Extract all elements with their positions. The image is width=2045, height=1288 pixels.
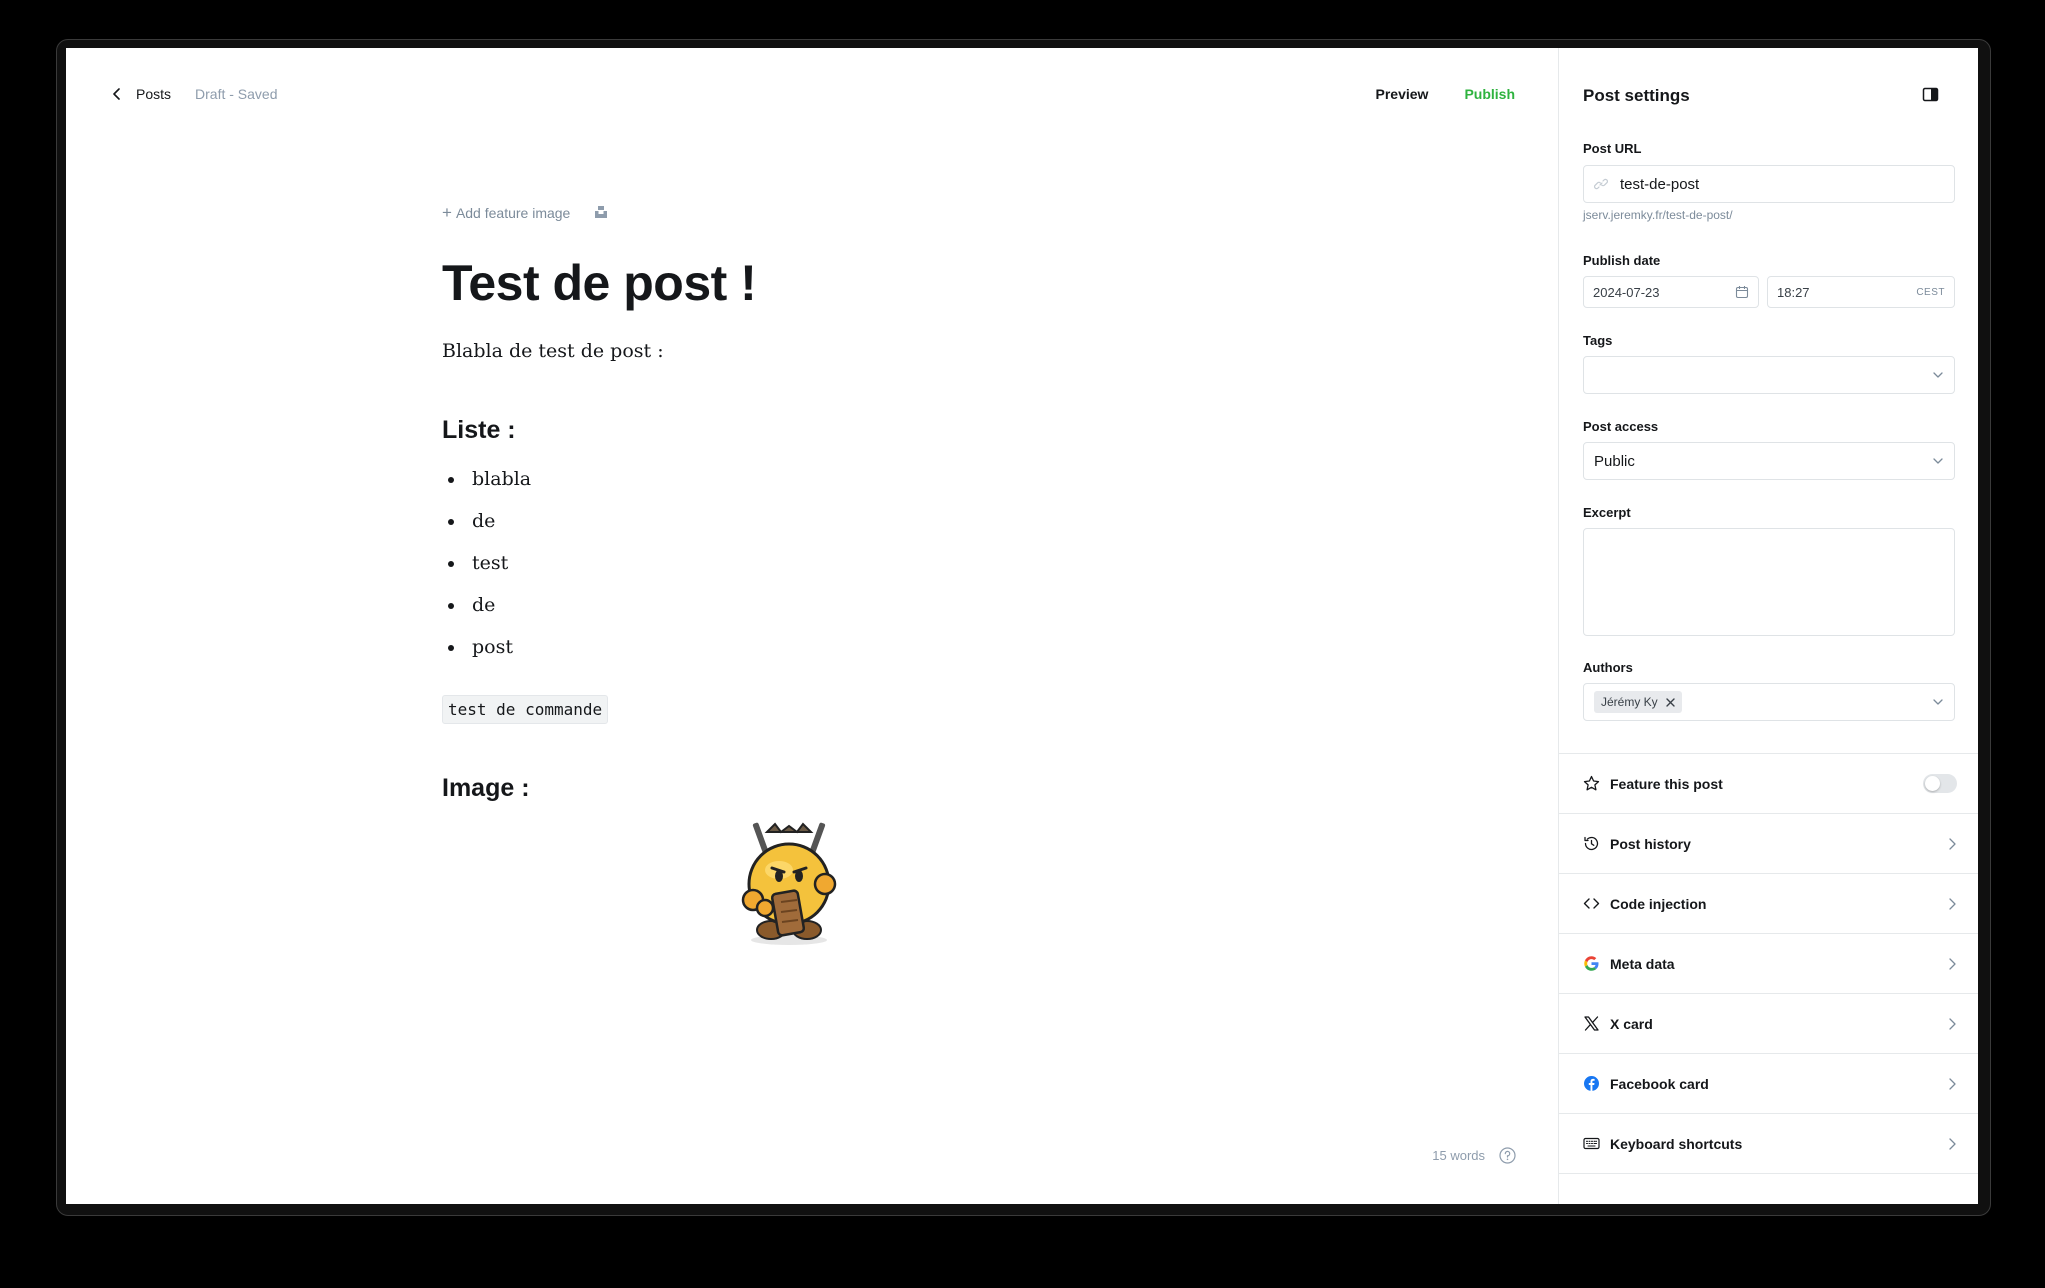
chevron-right-icon xyxy=(1945,957,1959,971)
chevron-down-icon xyxy=(1932,455,1944,467)
sidebar-title: Post settings xyxy=(1583,86,1690,105)
publish-button[interactable]: Publish xyxy=(1464,86,1515,102)
x-icon xyxy=(1583,1015,1600,1032)
meta-data-row[interactable]: Meta data xyxy=(1559,934,1978,994)
sidebar-toggle-icon[interactable] xyxy=(1922,86,1939,103)
settings-menu: Feature this post Post history Code inje… xyxy=(1559,753,1978,1174)
post-access-value: Public xyxy=(1594,452,1635,470)
chevron-down-icon xyxy=(1932,369,1944,381)
post-url-hint: jserv.jeremky.fr/test-de-post/ xyxy=(1583,208,1733,222)
code-injection-row[interactable]: Code injection xyxy=(1559,874,1978,934)
post-history-row[interactable]: Post history xyxy=(1559,814,1978,874)
keyboard-icon xyxy=(1583,1135,1600,1152)
link-icon xyxy=(1594,177,1608,191)
history-icon xyxy=(1583,835,1600,852)
excerpt-label: Excerpt xyxy=(1583,505,1631,520)
timezone-label: CEST xyxy=(1916,286,1945,298)
ghost-editor-app: Posts Draft - Saved Preview Publish + Ad… xyxy=(66,48,1978,1204)
post-title[interactable]: Test de post ! xyxy=(442,254,757,312)
chevron-right-icon xyxy=(1945,1017,1959,1031)
code-injection-label: Code injection xyxy=(1610,895,1707,912)
post-access-label: Post access xyxy=(1583,419,1659,434)
feature-post-label: Feature this post xyxy=(1610,775,1723,792)
bullet-list: blabla de test de post xyxy=(442,458,531,668)
list-item[interactable]: de xyxy=(442,584,531,626)
unsplash-icon[interactable] xyxy=(594,205,610,221)
keyboard-shortcuts-row[interactable]: Keyboard shortcuts xyxy=(1559,1114,1978,1174)
publish-date-input[interactable]: 2024-07-23 xyxy=(1583,276,1759,308)
plus-icon: + xyxy=(442,203,452,222)
editor-breadcrumb: Posts Draft - Saved xyxy=(110,86,278,102)
help-icon[interactable] xyxy=(1499,1147,1516,1164)
post-access-select[interactable]: Public xyxy=(1583,442,1955,480)
editor-pane: Posts Draft - Saved Preview Publish + Ad… xyxy=(66,48,1558,1204)
feature-post-row[interactable]: Feature this post xyxy=(1559,754,1978,814)
facebook-icon xyxy=(1583,1075,1600,1092)
post-url-label: Post URL xyxy=(1583,141,1642,156)
feature-image-row: + Add feature image xyxy=(442,204,610,221)
x-card-label: X card xyxy=(1610,1015,1653,1032)
facebook-card-row[interactable]: Facebook card xyxy=(1559,1054,1978,1114)
publish-date-label: Publish date xyxy=(1583,253,1661,268)
chevron-right-icon xyxy=(1945,837,1959,851)
list-item[interactable]: test xyxy=(442,542,531,584)
publish-time-input[interactable]: 18:27 CEST xyxy=(1767,276,1955,308)
add-feature-image-button[interactable]: Add feature image xyxy=(456,205,570,221)
chevron-right-icon xyxy=(1945,1077,1959,1091)
tags-label: Tags xyxy=(1583,333,1613,348)
feature-post-toggle[interactable] xyxy=(1923,774,1957,793)
google-icon xyxy=(1583,955,1600,972)
authors-select[interactable]: Jérémy Ky xyxy=(1583,683,1955,721)
meta-data-label: Meta data xyxy=(1610,955,1675,972)
calendar-icon[interactable] xyxy=(1735,285,1749,299)
author-chip[interactable]: Jérémy Ky xyxy=(1594,691,1682,713)
back-to-posts-link[interactable]: Posts xyxy=(136,86,171,102)
word-count-text: 15 words xyxy=(1432,1148,1485,1163)
post-history-label: Post history xyxy=(1610,835,1691,852)
author-chip-label: Jérémy Ky xyxy=(1601,695,1658,709)
x-card-row[interactable]: X card xyxy=(1559,994,1978,1054)
chevron-right-icon xyxy=(1945,1137,1959,1151)
list-item[interactable]: post xyxy=(442,626,531,668)
authors-label: Authors xyxy=(1583,660,1633,675)
post-settings-sidebar: Post settings Post URL test-de-post jser… xyxy=(1558,48,1978,1204)
list-item[interactable]: de xyxy=(442,500,531,542)
post-url-value: test-de-post xyxy=(1620,175,1700,193)
preview-button[interactable]: Preview xyxy=(1376,86,1429,102)
inline-code[interactable]: test de commande xyxy=(442,695,609,724)
publish-date-value: 2024-07-23 xyxy=(1593,284,1660,300)
post-paragraph[interactable]: Blabla de test de post : xyxy=(442,340,664,362)
keyboard-shortcuts-label: Keyboard shortcuts xyxy=(1610,1135,1743,1152)
chevron-left-icon[interactable] xyxy=(110,87,124,101)
editor-actions: Preview Publish xyxy=(1376,86,1516,102)
list-heading[interactable]: Liste : xyxy=(442,416,516,445)
close-icon[interactable] xyxy=(1665,697,1675,707)
chevron-down-icon xyxy=(1932,696,1944,708)
publish-time-value: 18:27 xyxy=(1777,284,1810,300)
draft-status: Draft - Saved xyxy=(195,86,278,102)
facebook-card-label: Facebook card xyxy=(1610,1075,1709,1092)
post-url-input[interactable]: test-de-post xyxy=(1583,165,1955,203)
excerpt-textarea[interactable] xyxy=(1583,528,1955,636)
tags-select[interactable] xyxy=(1583,356,1955,394)
image-heading[interactable]: Image : xyxy=(442,774,530,803)
list-item[interactable]: blabla xyxy=(442,458,531,500)
mascot-image[interactable] xyxy=(741,818,837,950)
chevron-right-icon xyxy=(1945,897,1959,911)
code-icon xyxy=(1583,895,1600,912)
star-icon xyxy=(1583,775,1600,792)
word-count: 15 words xyxy=(1432,1147,1516,1164)
